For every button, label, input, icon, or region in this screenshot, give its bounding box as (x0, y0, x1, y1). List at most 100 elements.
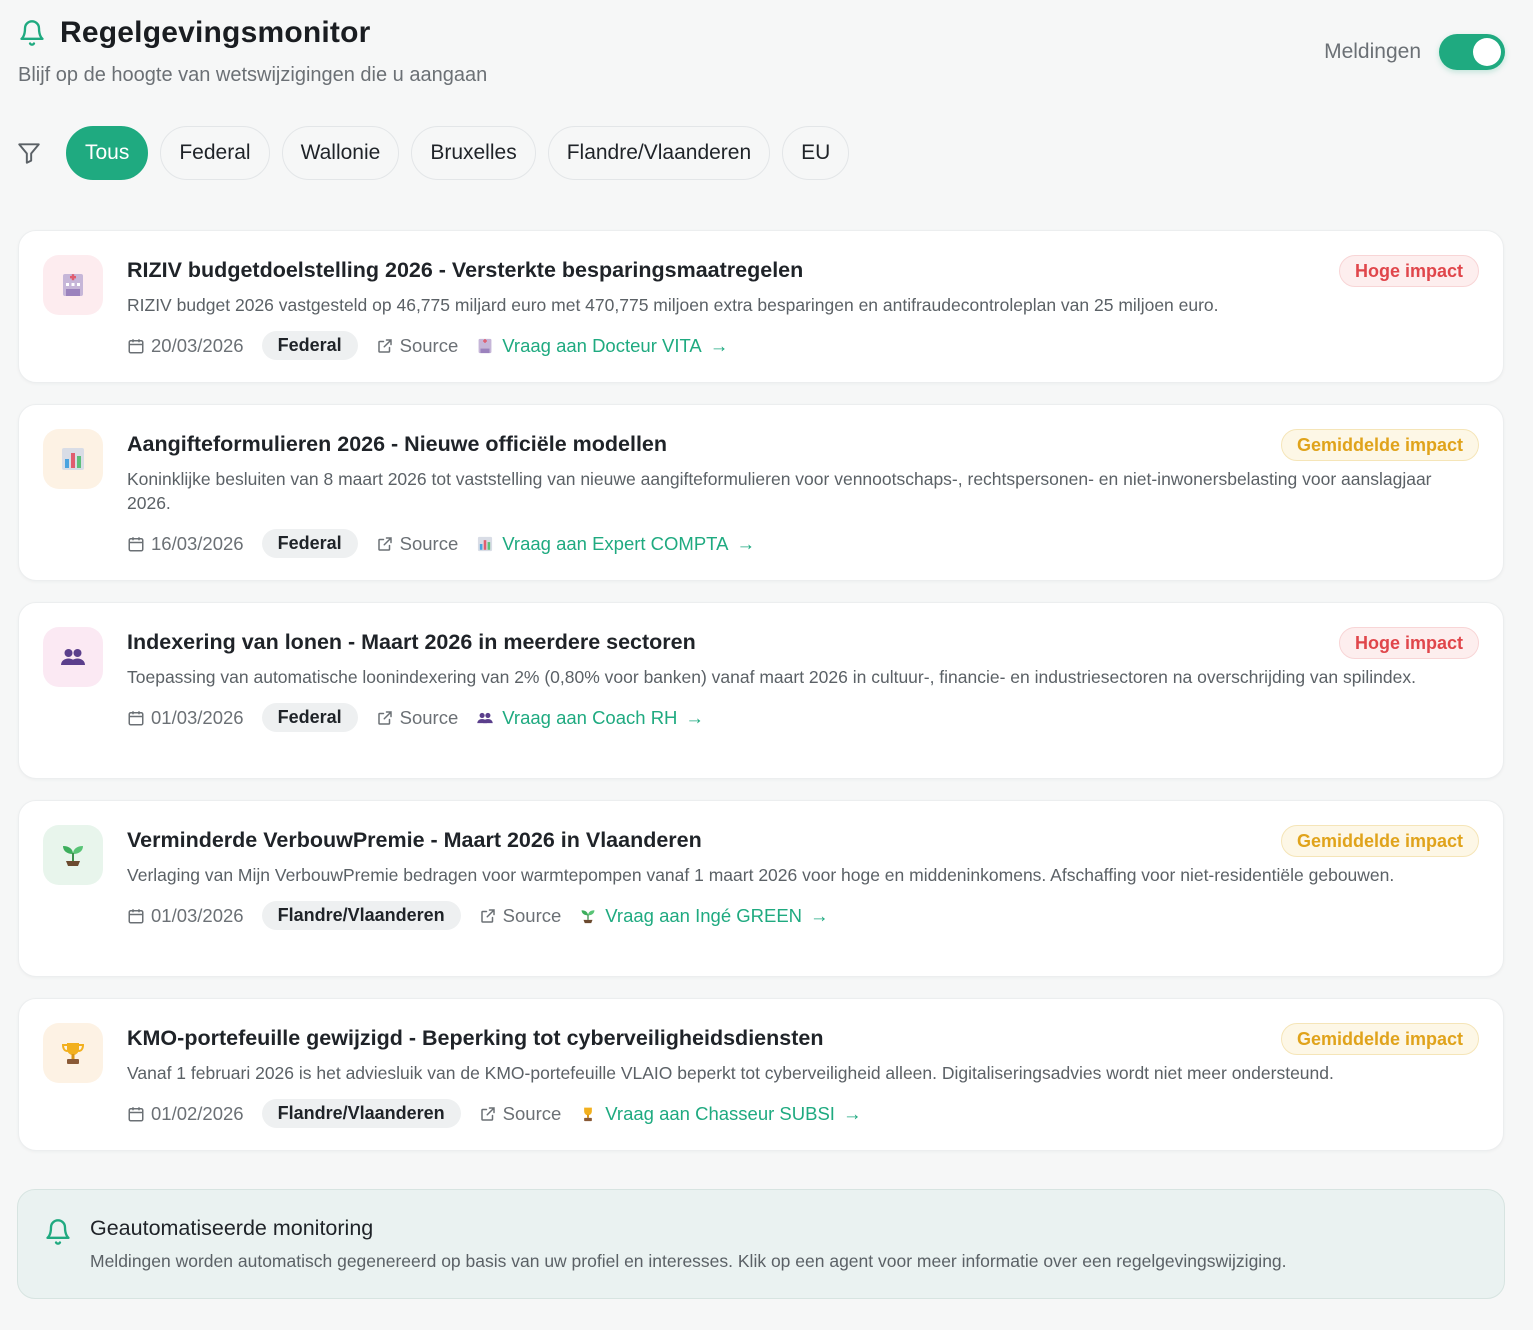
agent-avatar (43, 627, 103, 687)
card-date: 20/03/2026 (127, 335, 244, 357)
region-tag: Federal (261, 331, 358, 360)
card-description: Vanaf 1 februari 2026 is het adviesluik … (127, 1063, 1334, 1083)
arrow-right-icon: → (736, 532, 755, 554)
source-label: Source (502, 1102, 562, 1124)
filter-chip-bruxelles[interactable]: Bruxelles (411, 126, 536, 180)
card-content: Indexering van lonen - Maart 2026 in mee… (127, 627, 1479, 732)
card-description: RIZIV budget 2026 vastgesteld op 46,775 … (127, 295, 1219, 315)
bar-chart-icon (478, 536, 493, 551)
source-link[interactable]: Source (479, 1102, 562, 1125)
notifications-toggle[interactable] (1439, 34, 1505, 70)
agent-avatar (43, 429, 103, 489)
source-link[interactable]: Source (479, 904, 562, 927)
trophy-icon (584, 1107, 593, 1121)
card-meta: 01/03/2026 Flandre/Vlaanderen Source Vra… (127, 901, 1479, 930)
card-title: KMO-portefeuille gewijzigd - Beperking t… (127, 1026, 824, 1050)
regulation-card[interactable]: Aangifteformulieren 2026 - Nieuwe offici… (18, 404, 1504, 581)
source-label: Source (399, 706, 459, 728)
ask-agent-label: Vraag aan Expert COMPTA (502, 532, 729, 554)
impact-badge: Gemiddelde impact (1280, 825, 1479, 857)
filter-icon (18, 143, 40, 164)
ask-agent-link[interactable]: Vraag aan Expert COMPTA → (476, 533, 755, 555)
regulation-card[interactable]: RIZIV budgetdoelstelling 2026 - Versterk… (18, 230, 1504, 383)
agent-avatar (43, 255, 103, 315)
external-link-icon (480, 908, 495, 923)
card-title: RIZIV budgetdoelstelling 2026 - Versterk… (127, 258, 804, 282)
calendar-icon (128, 908, 144, 923)
card-date-text: 20/03/2026 (151, 334, 244, 356)
regulation-card[interactable]: Indexering van lonen - Maart 2026 in mee… (18, 602, 1504, 779)
filter-chip-tous[interactable]: Tous (66, 126, 149, 180)
notifications-label: Meldingen (1324, 40, 1421, 63)
filter-bar: Tous Federal Wallonie Bruxelles Flandre/… (16, 126, 850, 180)
bar-chart-icon (62, 448, 84, 470)
source-label: Source (399, 334, 459, 356)
card-meta: 16/03/2026 Federal Source Vraag aan Expe… (127, 529, 1479, 558)
calendar-icon (128, 338, 144, 353)
ask-agent-link[interactable]: Vraag aan Docteur VITA → (476, 335, 728, 357)
impact-badge: Hoge impact (1338, 255, 1479, 287)
people-icon (477, 712, 493, 723)
filter-chip-vlaanderen[interactable]: Flandre/Vlaanderen (547, 126, 771, 180)
card-content: KMO-portefeuille gewijzigd - Beperking t… (127, 1023, 1479, 1128)
calendar-icon (128, 710, 144, 725)
ask-agent-label: Vraag aan Docteur VITA (502, 334, 702, 356)
seedling-icon (63, 846, 83, 866)
info-title: Geautomatiseerde monitoring (90, 1216, 374, 1240)
toggle-knob (1473, 38, 1501, 66)
arrow-right-icon: → (709, 334, 729, 356)
card-date-text: 01/03/2026 (151, 904, 244, 926)
ask-agent-link[interactable]: Vraag aan Coach RH → (476, 707, 704, 729)
info-text: Meldingen worden automatisch gegenereerd… (90, 1251, 1287, 1271)
card-date: 16/03/2026 (127, 533, 244, 555)
impact-badge: Hoge impact (1338, 627, 1479, 659)
card-content: Verminderde VerbouwPremie - Maart 2026 i… (127, 825, 1479, 930)
card-title: Indexering van lonen - Maart 2026 in mee… (127, 630, 696, 654)
monitoring-info-box: Geautomatiseerde monitoring Meldingen wo… (17, 1189, 1505, 1299)
trophy-icon (61, 1043, 85, 1064)
external-link-icon (377, 710, 392, 725)
region-tag: Flandre/Vlaanderen (261, 1099, 461, 1128)
card-title: Aangifteformulieren 2026 - Nieuwe offici… (127, 432, 668, 456)
card-description: Koninklijke besluiten van 8 maart 2026 t… (127, 469, 1432, 513)
calendar-icon (128, 536, 144, 551)
ask-agent-link[interactable]: Vraag aan Chasseur SUBSI → (579, 1103, 861, 1125)
region-tag: Federal (261, 703, 358, 732)
card-date-text: 16/03/2026 (151, 532, 244, 554)
card-description: Toepassing van automatische loonindexeri… (127, 667, 1416, 687)
source-link[interactable]: Source (376, 706, 459, 729)
impact-badge: Gemiddelde impact (1280, 429, 1479, 461)
bell-icon (20, 20, 44, 46)
title-row: Regelgevingsmonitor (18, 16, 1505, 50)
card-title: Verminderde VerbouwPremie - Maart 2026 i… (127, 828, 702, 852)
card-meta: 01/03/2026 Federal Source Vraag aan Coac… (127, 703, 1479, 732)
region-tag: Federal (261, 529, 358, 558)
impact-badge: Gemiddelde impact (1280, 1023, 1479, 1055)
source-link[interactable]: Source (376, 334, 459, 357)
notifications-control: Meldingen (1324, 34, 1505, 70)
card-meta: 20/03/2026 Federal Source Vraag aan Doct… (127, 331, 1479, 360)
filter-chip-wallonie[interactable]: Wallonie (281, 126, 400, 180)
ask-agent-link[interactable]: Vraag aan Ingé GREEN → (579, 905, 829, 927)
card-description: Verlaging van Mijn VerbouwPremie bedrage… (127, 865, 1395, 885)
ask-agent-label: Vraag aan Coach RH (502, 706, 678, 728)
filter-chip-eu[interactable]: EU (782, 126, 850, 180)
people-icon (61, 649, 85, 665)
region-tag: Flandre/Vlaanderen (261, 901, 461, 930)
card-date-text: 01/02/2026 (151, 1102, 244, 1124)
card-date: 01/02/2026 (127, 1103, 244, 1125)
card-content: RIZIV budgetdoelstelling 2026 - Versterk… (127, 255, 1479, 360)
calendar-icon (128, 1106, 144, 1121)
card-content: Aangifteformulieren 2026 - Nieuwe offici… (127, 429, 1479, 558)
filter-chip-federal[interactable]: Federal (160, 126, 270, 180)
source-label: Source (502, 904, 562, 926)
regulation-card[interactable]: Verminderde VerbouwPremie - Maart 2026 i… (18, 800, 1504, 977)
bell-icon (46, 1219, 70, 1245)
external-link-icon (377, 536, 392, 551)
agent-avatar (43, 825, 103, 885)
seedling-icon (581, 909, 595, 923)
source-link[interactable]: Source (376, 533, 458, 555)
card-date-text: 01/03/2026 (151, 706, 244, 728)
regulation-card[interactable]: KMO-portefeuille gewijzigd - Beperking t… (18, 998, 1504, 1151)
page-subtitle: Blijf op de hoogte van wetswijzigingen d… (18, 64, 488, 86)
